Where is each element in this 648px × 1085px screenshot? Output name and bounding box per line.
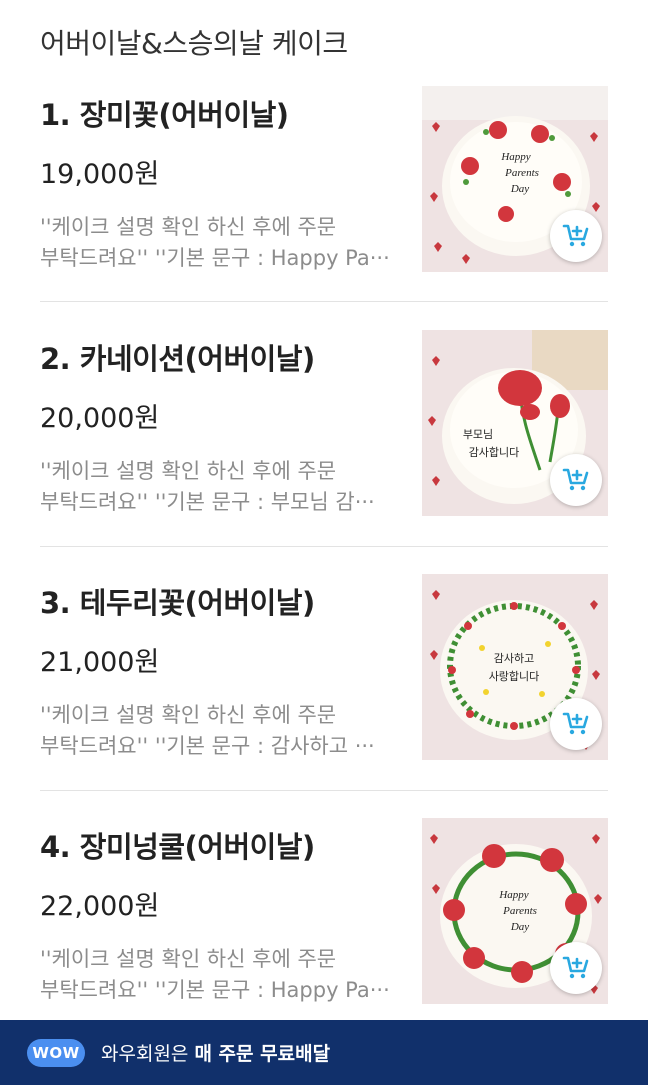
- cart-plus-icon: [562, 468, 589, 491]
- section-title: 어버이날&스승의날 케이크: [40, 27, 348, 60]
- product-name[interactable]: 4. 장미넝쿨(어버이날): [40, 824, 315, 866]
- product-item[interactable]: 2. 카네이션(어버이날) 20,000원 ''케이크 설명 확인 하신 후에 …: [40, 330, 608, 516]
- description-line: 부탁드려요'' ''기본 문구 : 감사하고 ···: [40, 734, 375, 758]
- product-price: 20,000원: [40, 403, 160, 434]
- product-price: 19,000원: [40, 159, 160, 190]
- divider: [40, 790, 608, 791]
- divider: [40, 301, 608, 302]
- add-to-cart-button[interactable]: [550, 698, 602, 750]
- product-description: ''케이크 설명 확인 하신 후에 주문 부탁드려요'' ''기본 문구 : H…: [40, 944, 392, 1006]
- cart-plus-icon: [562, 712, 589, 735]
- product-name[interactable]: 2. 카네이션(어버이날): [40, 336, 315, 378]
- banner-text: 와우회원은 매 주문 무료배달: [101, 1039, 330, 1066]
- description-line: ''케이크 설명 확인 하신 후에 주문: [40, 459, 337, 483]
- product-item[interactable]: 3. 테두리꽃(어버이날) 21,000원 ''케이크 설명 확인 하신 후에 …: [40, 574, 608, 760]
- cake-text: Parents: [504, 167, 539, 179]
- cart-plus-icon: [562, 956, 589, 979]
- add-to-cart-button[interactable]: [550, 942, 602, 994]
- description-line: ''케이크 설명 확인 하신 후에 주문: [40, 215, 337, 239]
- product-price: 22,000원: [40, 891, 160, 922]
- add-to-cart-button[interactable]: [550, 454, 602, 506]
- product-name[interactable]: 1. 장미꽃(어버이날): [40, 92, 289, 134]
- description-line: 부탁드려요'' ''기본 문구 : 부모님 감···: [40, 490, 375, 514]
- wow-membership-banner[interactable]: WOW 와우회원은 매 주문 무료배달: [0, 1020, 648, 1085]
- product-price: 21,000원: [40, 647, 160, 678]
- product-image[interactable]: 감사하고 사랑합니다: [422, 574, 608, 760]
- cake-text: 감사하고: [494, 651, 534, 665]
- cart-plus-icon: [562, 224, 589, 247]
- divider: [40, 546, 608, 547]
- cake-text: 부모님: [463, 428, 493, 441]
- add-to-cart-button[interactable]: [550, 210, 602, 262]
- product-item[interactable]: 4. 장미넝쿨(어버이날) 22,000원 ''케이크 설명 확인 하신 후에 …: [40, 818, 608, 1004]
- product-image[interactable]: Happy Parents Day: [422, 86, 608, 272]
- description-line: ''케이크 설명 확인 하신 후에 주문: [40, 947, 337, 971]
- cake-text: 사랑합니다: [489, 670, 540, 683]
- product-image[interactable]: Happy Parents Day: [422, 818, 608, 1004]
- product-description: ''케이크 설명 확인 하신 후에 주문 부탁드려요'' ''기본 문구 : 부…: [40, 456, 392, 518]
- cake-text: 감사합니다: [469, 446, 520, 459]
- product-description: ''케이크 설명 확인 하신 후에 주문 부탁드려요'' ''기본 문구 : H…: [40, 212, 392, 274]
- cake-text: Happy: [500, 151, 530, 163]
- product-item[interactable]: 1. 장미꽃(어버이날) 19,000원 ''케이크 설명 확인 하신 후에 주…: [40, 86, 608, 272]
- product-description: ''케이크 설명 확인 하신 후에 주문 부탁드려요'' ''기본 문구 : 감…: [40, 700, 392, 762]
- description-line: ''케이크 설명 확인 하신 후에 주문: [40, 703, 337, 727]
- cake-text: Day: [510, 921, 529, 933]
- banner-text-prefix: 와우회원은: [101, 1043, 195, 1065]
- description-line: 부탁드려요'' ''기본 문구 : Happy Pa···: [40, 246, 390, 270]
- product-image[interactable]: 부모님 감사합니다: [422, 330, 608, 516]
- wow-badge: WOW: [27, 1038, 85, 1067]
- cake-text: Day: [510, 183, 529, 195]
- description-line: 부탁드려요'' ''기본 문구 : Happy Pa···: [40, 978, 390, 1002]
- cake-text: Happy: [498, 889, 528, 901]
- cake-text: Parents: [502, 905, 537, 917]
- banner-text-highlight: 매 주문 무료배달: [194, 1043, 331, 1065]
- product-name[interactable]: 3. 테두리꽃(어버이날): [40, 580, 315, 622]
